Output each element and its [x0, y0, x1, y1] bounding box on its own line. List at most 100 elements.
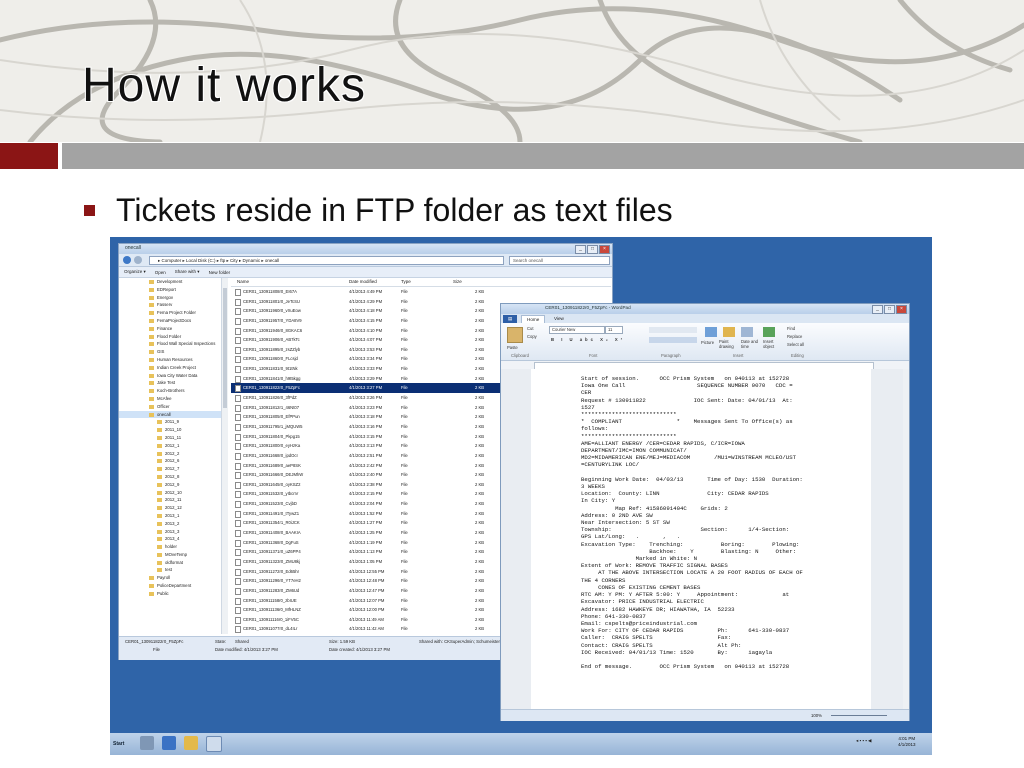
search-input[interactable]: Search onecall [509, 256, 610, 265]
nav-folder-item[interactable]: FemaProjectDocs [119, 317, 221, 325]
nav-folder-item[interactable]: 2013_2 [119, 520, 221, 528]
start-button[interactable]: Start [113, 737, 135, 751]
document-scrollbar[interactable] [903, 369, 909, 709]
nav-folder-item[interactable]: 2012_1 [119, 442, 221, 450]
open-button[interactable]: Open [155, 270, 166, 275]
font-size-select[interactable]: 11 [605, 326, 623, 334]
nav-folder-item[interactable]: 2011_10 [119, 426, 221, 434]
nav-folder-item[interactable]: Fema Project Folder [119, 309, 221, 317]
zoom-slider[interactable] [831, 715, 887, 716]
column-header-type[interactable]: Type [401, 278, 411, 286]
nav-folder-item[interactable]: Energov [119, 294, 221, 302]
nav-folder-item[interactable]: Public [119, 590, 221, 598]
file-type: File [401, 395, 408, 401]
wordpad-titlebar[interactable]: CER01_130911822r0_F5ZpFc - WordPad _ □ × [501, 304, 909, 314]
nav-folder-item[interactable]: 2012_7 [119, 465, 221, 473]
new-folder-button[interactable]: New folder [209, 270, 231, 275]
taskbar-app-icon[interactable] [140, 736, 154, 750]
nav-folder-item[interactable]: Flood Wall Special Inspections [119, 340, 221, 348]
nav-folder-item[interactable]: 2013_3 [119, 528, 221, 536]
wordpad-taskbar-icon[interactable] [206, 736, 222, 752]
maximize-button[interactable]: □ [884, 305, 895, 314]
tab-view[interactable]: View [549, 315, 569, 323]
copy-button[interactable]: Copy [527, 334, 537, 339]
replace-button[interactable]: Replace [787, 334, 802, 339]
select-all-button[interactable]: Select all [787, 342, 804, 347]
file-date: 4/1/2013 4:07 PM [349, 337, 383, 343]
document-page[interactable]: Start of session. OCC Prism System on 04… [531, 369, 871, 709]
date-time-button[interactable]: Date and time [741, 339, 761, 349]
picture-button[interactable]: Picture [701, 340, 714, 345]
nav-folder-item[interactable]: Payroll [119, 574, 221, 582]
nav-folder-item[interactable]: holder [119, 543, 221, 551]
nav-folder-item[interactable]: Fasserv [119, 301, 221, 309]
paragraph-controls[interactable] [649, 327, 697, 333]
forward-arrow-icon[interactable] [134, 256, 142, 264]
folder-icon[interactable] [184, 736, 198, 750]
nav-folder-item[interactable]: Koch-Brothers [119, 387, 221, 395]
nav-folder-item[interactable]: Flood Folder [119, 333, 221, 341]
close-button[interactable]: × [599, 245, 610, 254]
cut-button[interactable]: Cut [527, 326, 534, 331]
nav-folder-item[interactable]: onecall [119, 410, 221, 419]
nav-folder-item[interactable]: EDReport [119, 286, 221, 294]
picture-icon[interactable] [705, 327, 717, 337]
column-header-name[interactable]: Name [237, 278, 249, 286]
nav-folder-item[interactable]: Officer [119, 403, 221, 411]
find-button[interactable]: Find [787, 326, 795, 331]
paste-icon[interactable] [507, 327, 523, 343]
file-row[interactable]: CER01_130911808r0_EI67A 4/1/2013 4:49 PM F… [231, 287, 611, 297]
close-button[interactable]: × [896, 305, 907, 314]
nav-folder-item[interactable]: Indian Creek Project [119, 364, 221, 372]
nav-folder-item[interactable]: Iowa City Water Data [119, 372, 221, 380]
nav-folder-item[interactable]: 2012_11 [119, 496, 221, 504]
taskbar-app-icon[interactable] [162, 736, 176, 750]
nav-folder-item[interactable]: 2012_2 [119, 450, 221, 458]
nav-folder-item[interactable]: 2012_8 [119, 473, 221, 481]
alignment-buttons[interactable] [649, 337, 697, 343]
minimize-button[interactable]: _ [575, 245, 586, 254]
nav-folder-item[interactable]: McAfee [119, 395, 221, 403]
address-bar[interactable]: ▸ Computer ▸ Local Disk (C:) ▸ ftp ▸ Cit… [149, 256, 504, 265]
column-header-date[interactable]: Date modified [349, 278, 377, 286]
insert-object-icon[interactable] [763, 327, 775, 337]
document-text[interactable]: Start of session. OCC Prism System on 04… [581, 375, 829, 670]
nav-folder-item[interactable]: 2011_9 [119, 418, 221, 426]
organize-button[interactable]: Organize ▾ [124, 269, 146, 275]
nav-folder-item[interactable]: 2012_6 [119, 457, 221, 465]
nav-folder-item[interactable]: oldformat [119, 559, 221, 567]
nav-folder-item[interactable]: 2012_9 [119, 481, 221, 489]
nav-folder-item[interactable]: 2013_4 [119, 535, 221, 543]
paint-icon[interactable] [723, 327, 735, 337]
back-arrow-icon[interactable] [123, 256, 131, 264]
paint-drawing-button[interactable]: Paint drawing [719, 339, 741, 349]
nav-folder-item[interactable]: 2012_12 [119, 504, 221, 512]
insert-object-button[interactable]: Insert object [763, 339, 781, 349]
nav-folder-item[interactable]: 2013_1 [119, 512, 221, 520]
minimize-button[interactable]: _ [872, 305, 883, 314]
nav-folder-item[interactable]: 2012_10 [119, 489, 221, 497]
clock[interactable]: 4:01 PM 4/1/2013 [898, 736, 916, 748]
nav-folder-item[interactable]: Human Resources [119, 356, 221, 364]
nav-folder-item[interactable]: Finance [119, 325, 221, 333]
nav-scrollbar[interactable] [222, 278, 228, 634]
share-with-button[interactable]: Share with ▾ [175, 269, 200, 275]
nav-folder-item[interactable]: test [119, 566, 221, 574]
font-format-buttons[interactable]: B I U abc X₂ X² [551, 337, 625, 342]
calendar-icon[interactable] [741, 327, 753, 337]
maximize-button[interactable]: □ [587, 245, 598, 254]
column-header-size[interactable]: Size [453, 278, 462, 286]
nav-folder-item[interactable]: Development [119, 278, 221, 286]
nav-folder-item[interactable]: 2011_11 [119, 434, 221, 442]
nav-folder-item[interactable]: MOveTemp [119, 551, 221, 559]
paste-button[interactable]: Paste [507, 345, 518, 350]
nav-folder-item[interactable]: GIS [119, 348, 221, 356]
wordpad-menu-button[interactable]: ▤ [503, 315, 518, 323]
nav-folder-item[interactable]: Jake Test [119, 379, 221, 387]
group-label-clipboard: Clipboard [511, 353, 529, 358]
system-tray[interactable]: ◂ ▪ ▪ ▪ ◀ [856, 738, 872, 744]
font-name-select[interactable]: Courier New [549, 326, 605, 334]
nav-folder-item[interactable]: PoliceDepartment [119, 582, 221, 590]
file-name: CER01_130911408r0_BAAKIA [243, 530, 301, 536]
explorer-titlebar[interactable]: onecall _ □ × [119, 244, 612, 254]
